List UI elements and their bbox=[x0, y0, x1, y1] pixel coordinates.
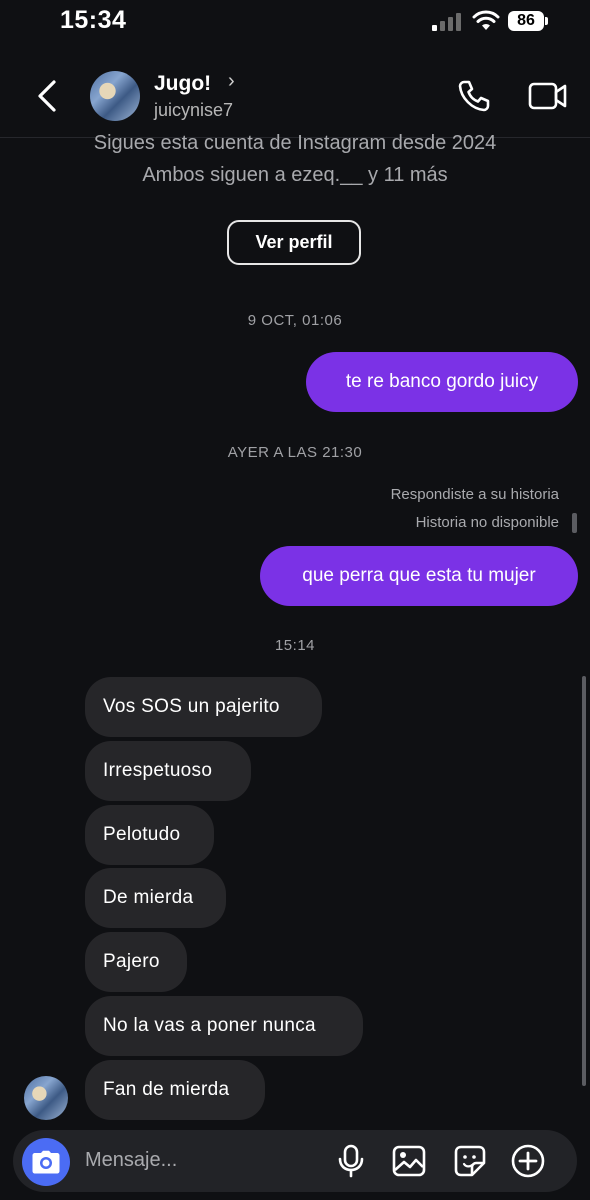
battery-indicator: 86 bbox=[508, 11, 544, 31]
scrollbar[interactable] bbox=[582, 676, 586, 1086]
status-time: 15:34 bbox=[60, 6, 127, 34]
outgoing-message[interactable]: te re banco gordo juicy bbox=[306, 352, 578, 412]
incoming-message[interactable]: Vos SOS un pajerito bbox=[85, 677, 322, 737]
timestamp: 9 OCT, 01:06 bbox=[247, 312, 343, 329]
incoming-message[interactable]: No la vas a poner nunca bbox=[85, 996, 363, 1056]
outgoing-message[interactable]: que perra que esta tu mujer bbox=[260, 546, 578, 606]
chevron-right-icon: › bbox=[228, 70, 235, 92]
sender-avatar[interactable] bbox=[24, 1076, 68, 1120]
follow-since-text: Sigues esta cuenta de Instagram desde 20… bbox=[93, 132, 497, 154]
contact-name[interactable]: Jugo! bbox=[154, 72, 211, 96]
phone-icon[interactable] bbox=[456, 78, 492, 114]
incoming-message[interactable]: De mierda bbox=[85, 868, 226, 928]
timestamp: AYER A LAS 21:30 bbox=[227, 444, 363, 461]
microphone-icon[interactable] bbox=[334, 1144, 368, 1178]
incoming-message[interactable]: Pajero bbox=[85, 932, 187, 992]
mutual-followers-text: Ambos siguen a ezeq.__ y 11 más bbox=[142, 164, 448, 186]
story-reply-note: Respondiste a su historia bbox=[390, 486, 559, 503]
view-profile-button[interactable]: Ver perfil bbox=[227, 220, 361, 265]
message-input[interactable]: Mensaje... bbox=[85, 1149, 177, 1172]
incoming-message[interactable]: Irrespetuoso bbox=[85, 741, 251, 801]
video-camera-icon[interactable] bbox=[528, 78, 568, 114]
cellular-signal-icon bbox=[432, 12, 462, 32]
story-unavailable-note[interactable]: Historia no disponible bbox=[416, 514, 559, 531]
add-icon[interactable] bbox=[511, 1144, 545, 1178]
camera-icon bbox=[32, 1150, 60, 1174]
contact-username[interactable]: juicynise7 bbox=[154, 100, 233, 121]
camera-button[interactable] bbox=[22, 1138, 70, 1186]
incoming-message[interactable]: Pelotudo bbox=[85, 805, 214, 865]
chat-header bbox=[0, 60, 590, 138]
incoming-message[interactable]: Fan de mierda bbox=[85, 1060, 265, 1120]
story-reply-bar bbox=[572, 513, 577, 533]
contact-avatar[interactable] bbox=[90, 71, 140, 121]
sticker-icon[interactable] bbox=[453, 1144, 487, 1178]
back-icon[interactable] bbox=[32, 78, 66, 114]
wifi-icon bbox=[472, 10, 500, 32]
timestamp: 15:14 bbox=[274, 637, 316, 654]
battery-tip bbox=[545, 17, 548, 25]
gallery-icon[interactable] bbox=[392, 1144, 426, 1178]
